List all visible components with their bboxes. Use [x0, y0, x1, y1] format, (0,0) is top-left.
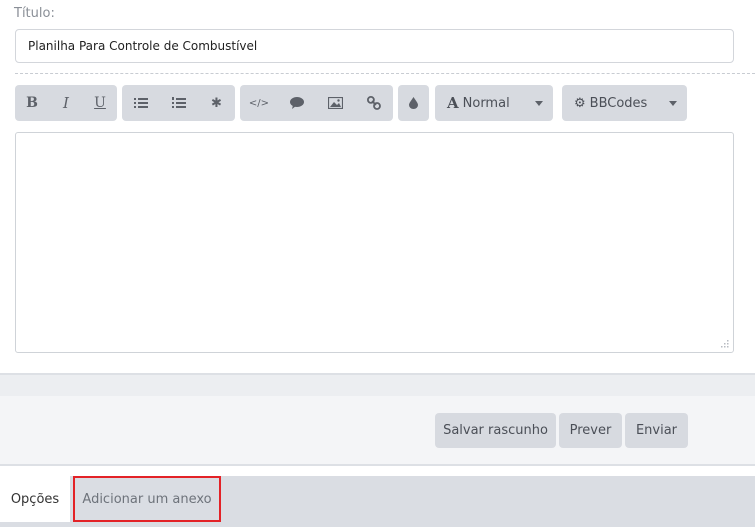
- save-draft-button[interactable]: Salvar rascunho: [435, 413, 556, 448]
- bbcodes-value: BBCodes: [589, 95, 648, 111]
- toolbar-color-group: [398, 85, 429, 121]
- link-button[interactable]: [354, 85, 393, 121]
- toolbar-list-group: ✱: [122, 85, 235, 121]
- link-icon: [366, 96, 381, 110]
- resize-handle-icon[interactable]: [721, 340, 729, 348]
- quote-button[interactable]: [278, 85, 316, 121]
- message-editor[interactable]: [15, 132, 734, 353]
- code-button[interactable]: </>: [240, 85, 278, 121]
- bold-button[interactable]: B: [15, 85, 49, 121]
- special-button[interactable]: ✱: [198, 85, 235, 121]
- image-icon: [327, 97, 343, 109]
- color-drop-icon: [409, 97, 418, 109]
- color-button[interactable]: [398, 85, 429, 121]
- font-size-value: Normal: [462, 95, 510, 111]
- numbered-list-icon: [172, 97, 186, 109]
- font-size-select[interactable]: A Normal: [435, 85, 553, 121]
- font-size-label-wrap: A Normal: [447, 94, 510, 112]
- gear-icon: ⚙: [574, 95, 586, 111]
- chevron-down-icon: [535, 100, 543, 106]
- italic-button[interactable]: I: [49, 85, 83, 121]
- separator-band: [0, 373, 755, 396]
- bold-icon: B: [26, 95, 38, 111]
- asterisk-icon: ✱: [211, 95, 222, 111]
- tab-options[interactable]: Opções: [0, 476, 70, 522]
- bbcodes-label-wrap: ⚙ BBCodes: [574, 96, 647, 111]
- underline-icon: U: [94, 95, 106, 111]
- font-size-select-inner: A Normal: [435, 94, 553, 112]
- bbcodes-select-inner: ⚙ BBCodes: [562, 96, 687, 111]
- bullet-list-icon: [134, 97, 148, 109]
- toolbar-format-group: B I U: [15, 85, 117, 121]
- title-input[interactable]: [15, 29, 734, 63]
- numbered-list-button[interactable]: [160, 85, 198, 121]
- speech-bubble-icon: [290, 97, 304, 109]
- underline-button[interactable]: U: [83, 85, 117, 121]
- toolbar-insert-group: </>: [240, 85, 393, 121]
- code-icon: </>: [248, 97, 270, 109]
- bullet-list-button[interactable]: [122, 85, 160, 121]
- italic-icon: I: [63, 94, 69, 112]
- font-size-icon: A: [447, 94, 459, 112]
- tab-add-attachment[interactable]: Adicionar um anexo: [73, 476, 221, 522]
- bbcodes-select[interactable]: ⚙ BBCodes: [562, 85, 687, 121]
- title-label: Título:: [14, 6, 55, 21]
- image-button[interactable]: [316, 85, 354, 121]
- divider: [15, 73, 755, 74]
- chevron-down-icon: [669, 100, 677, 106]
- preview-button[interactable]: Prever: [559, 413, 622, 448]
- submit-button[interactable]: Enviar: [625, 413, 688, 448]
